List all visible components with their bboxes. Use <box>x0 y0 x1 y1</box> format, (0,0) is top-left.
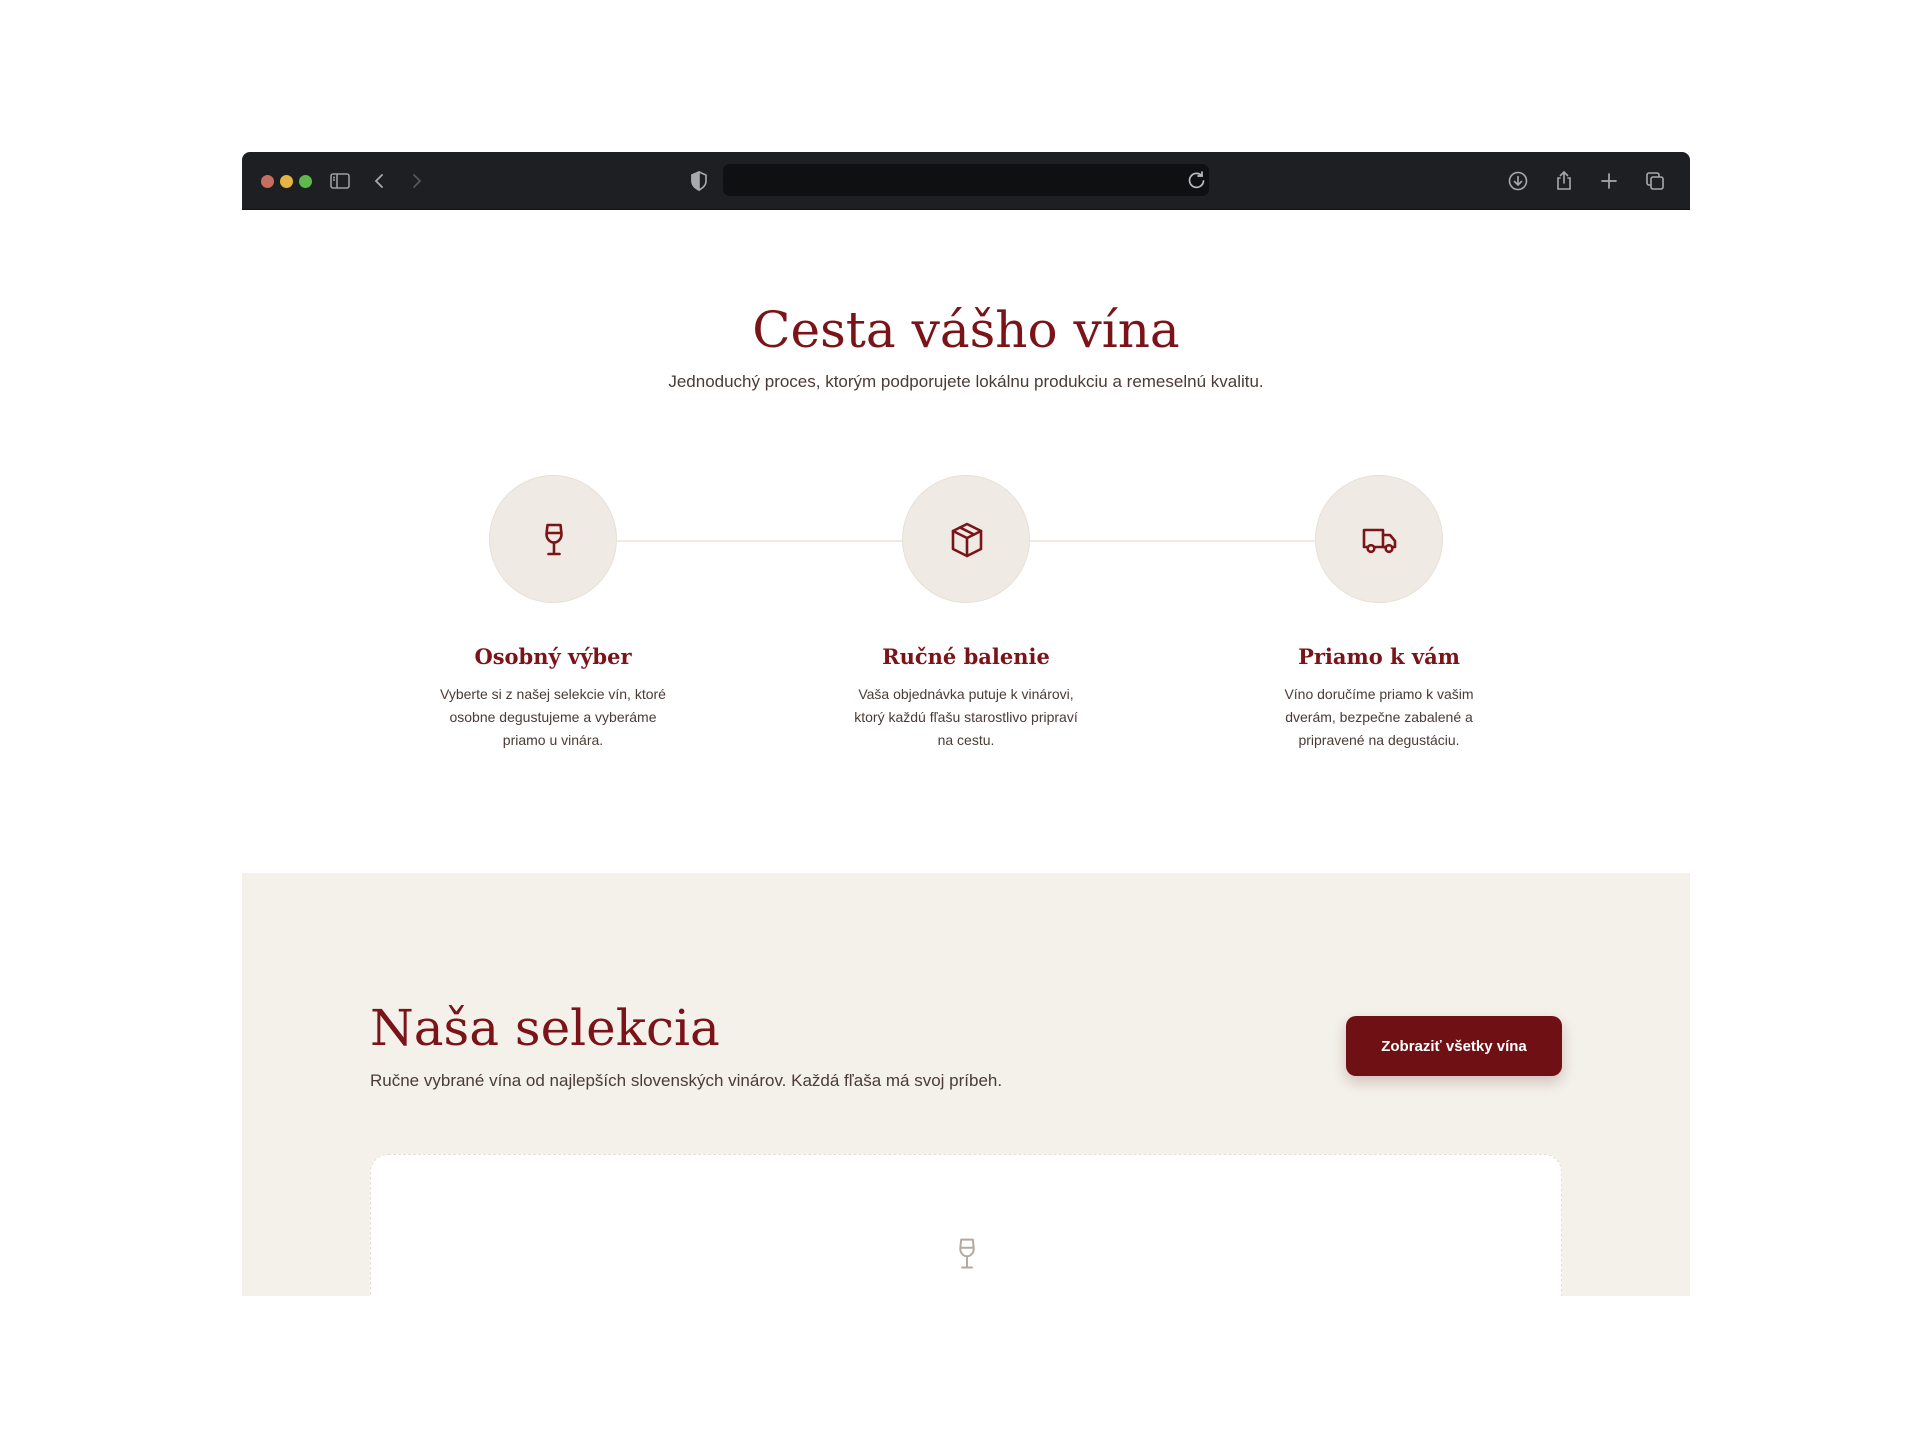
close-window-button[interactable] <box>261 175 274 188</box>
step-description: Vyberte si z našej selekcie vín, ktoré o… <box>440 686 666 748</box>
new-tab-icon[interactable] <box>1597 169 1621 193</box>
show-all-wines-button[interactable]: Zobraziť všetky vína <box>1346 1016 1562 1076</box>
selection-subtitle: Ručne vybrané vína od najlepších slovens… <box>370 1071 1003 1090</box>
process-subtitle: Jednoduchý proces, ktorým podporujete lo… <box>668 372 1264 391</box>
step-icon-circle <box>902 475 1030 603</box>
step-icon-circle <box>1315 475 1443 603</box>
download-icon[interactable] <box>1506 169 1530 193</box>
maximize-window-button[interactable] <box>299 175 312 188</box>
step-title: Ručné balenie <box>882 644 1050 669</box>
step-title: Priamo k vám <box>1298 644 1460 669</box>
browser-toolbar <box>242 152 1690 210</box>
forward-icon[interactable] <box>404 169 428 193</box>
step-title: Osobný výber <box>474 644 632 669</box>
wine-glass-icon <box>545 523 563 556</box>
package-icon <box>951 522 983 558</box>
wine-list-empty-card <box>370 1154 1562 1296</box>
step-icon-circle <box>489 475 617 603</box>
selection-title: Naša selekcia <box>370 999 720 1057</box>
step-description: Vaša objednávka putuje k vinárovi, ktorý… <box>854 686 1078 748</box>
step-description: Víno doručíme priamo k vašim dverám, bez… <box>1284 686 1474 748</box>
shield-icon[interactable] <box>687 169 711 193</box>
truck-icon <box>1362 528 1397 554</box>
back-icon[interactable] <box>368 169 392 193</box>
reload-icon[interactable] <box>1185 168 1209 192</box>
share-icon[interactable] <box>1552 169 1576 193</box>
page-content: Cesta vášho vína Jednoduchý proces, ktor… <box>242 210 1690 1296</box>
wine-glass-icon <box>959 1238 975 1269</box>
process-title: Cesta vášho vína <box>752 301 1180 359</box>
tabs-overview-icon[interactable] <box>1643 169 1667 193</box>
address-bar[interactable] <box>723 164 1209 196</box>
sidebar-icon[interactable] <box>328 169 352 193</box>
browser-window: Cesta vášho vína Jednoduchý proces, ktor… <box>242 152 1690 1296</box>
step-connector <box>1027 540 1317 542</box>
selection-section: Naša selekcia Ručne vybrané vína od najl… <box>242 873 1690 1296</box>
step-connector <box>615 540 905 542</box>
minimize-window-button[interactable] <box>280 175 293 188</box>
